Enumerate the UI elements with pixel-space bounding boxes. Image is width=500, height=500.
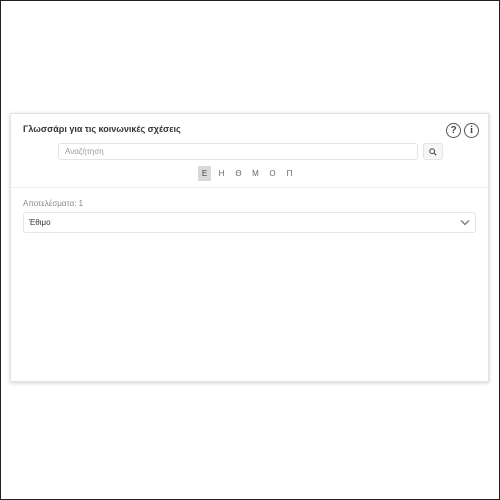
letter-filter: Ε Η Θ Μ Ο Π xyxy=(198,166,296,181)
result-item[interactable]: Έθιμο xyxy=(23,212,476,233)
letter-filter-e[interactable]: Ε xyxy=(198,166,211,181)
info-circle-icon[interactable]: i xyxy=(464,123,479,138)
search-bar xyxy=(58,143,443,160)
search-input[interactable] xyxy=(58,143,418,160)
widget-title: Γλωσσάρι για τις κοινωνικές σχέσεις xyxy=(23,124,181,134)
letter-filter-mu[interactable]: Μ xyxy=(249,166,262,181)
result-item-label: Έθιμο xyxy=(29,218,51,227)
letter-filter-pi[interactable]: Π xyxy=(283,166,296,181)
question-circle-icon[interactable]: ? xyxy=(446,123,461,138)
glossary-widget: Γλωσσάρι για τις κοινωνικές σχέσεις ? i … xyxy=(10,113,489,382)
letter-filter-eta[interactable]: Η xyxy=(215,166,228,181)
letter-filter-omicron[interactable]: Ο xyxy=(266,166,279,181)
chevron-down-icon xyxy=(460,220,470,226)
results-count: Αποτελέσματα: 1 xyxy=(23,199,84,208)
search-icon xyxy=(429,147,437,156)
letter-filter-theta[interactable]: Θ xyxy=(232,166,245,181)
widget-toolbar: ? i xyxy=(446,123,479,138)
search-button[interactable] xyxy=(423,143,443,160)
divider xyxy=(11,187,488,188)
